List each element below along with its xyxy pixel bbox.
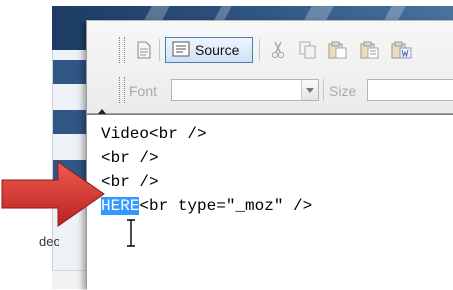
- code-line: HERE<br type="_moz" />: [101, 197, 312, 215]
- source-code-area[interactable]: Video<br /> <br /> <br /> HERE<br type="…: [87, 114, 453, 290]
- source-button-label: Source: [195, 42, 240, 58]
- toolbar-separator: [323, 79, 324, 101]
- text-cursor-icon: [127, 219, 135, 247]
- paste-icon[interactable]: [325, 37, 351, 63]
- toolbar-separator: [159, 39, 160, 61]
- paste-text-icon[interactable]: [357, 37, 383, 63]
- sidebar-band: [53, 60, 89, 84]
- sidebar-link-label[interactable]: deo: [39, 234, 59, 249]
- toolbar-row-2: Font Size: [95, 77, 453, 105]
- document-icon[interactable]: [131, 37, 157, 63]
- code-line: Video<br />: [101, 125, 207, 143]
- size-select[interactable]: [367, 79, 453, 101]
- code-line: <br />: [101, 149, 159, 167]
- chevron-down-icon[interactable]: [301, 80, 318, 100]
- font-select[interactable]: [171, 79, 319, 101]
- source-button[interactable]: Source: [165, 37, 253, 63]
- code-line: <br />: [101, 173, 159, 191]
- paste-word-icon[interactable]: [389, 37, 415, 63]
- code-line-rest: <br type="_moz" />: [139, 197, 313, 215]
- rich-text-editor: Source Font Size Video<br /> <br /> <br …: [86, 20, 453, 290]
- copy-icon[interactable]: [295, 37, 321, 63]
- toolbar-separator: [259, 39, 260, 61]
- source-icon: [172, 41, 190, 60]
- arrow-indicator: [1, 161, 105, 227]
- font-label: Font: [129, 83, 158, 99]
- toolbar-grip[interactable]: [119, 37, 125, 63]
- cut-icon[interactable]: [265, 37, 291, 63]
- toolbar-grip[interactable]: [119, 77, 125, 103]
- toolbar-row-1: Source: [95, 37, 453, 69]
- editor-toolbar: Source Font Size: [87, 21, 453, 115]
- size-label: Size: [329, 83, 357, 99]
- sidebar-band: [53, 110, 89, 134]
